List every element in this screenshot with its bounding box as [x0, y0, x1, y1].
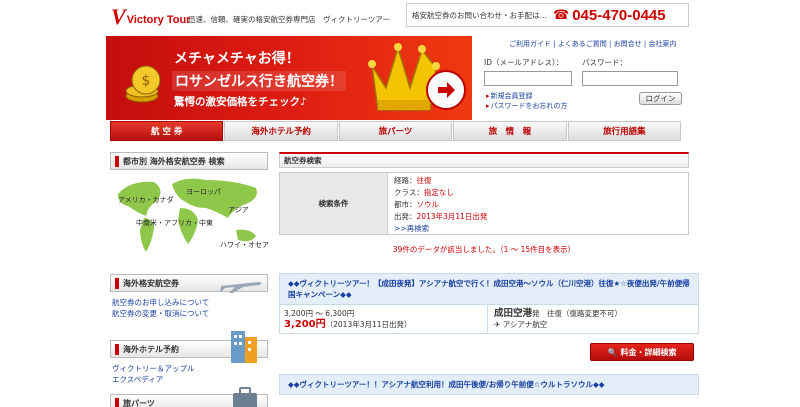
- coins-icon: $: [125, 65, 161, 103]
- login-button[interactable]: ログイン: [639, 92, 682, 105]
- arrow-right-icon: [438, 82, 455, 98]
- id-input[interactable]: [484, 71, 572, 86]
- hotel-link-expedia[interactable]: エクスペディア: [112, 374, 268, 385]
- travel-parts-title: 旅パーツ: [123, 398, 155, 407]
- map-label-americas[interactable]: アメリカ・カナダ: [118, 195, 174, 204]
- tab-air-tickets[interactable]: 航 空 券: [110, 121, 224, 141]
- banner-arrow-button[interactable]: [426, 70, 466, 110]
- ticket-header[interactable]: 海外格安航空券: [110, 274, 268, 293]
- result-price: 3,200円 ～ 6,300円 3,200円（2013年3月11日出発）: [280, 305, 488, 333]
- airline-name: アシアナ航空: [502, 320, 548, 329]
- city-search-header: 都市別 海外格安航空券 検索: [110, 152, 268, 170]
- city-search-title: 都市別 海外格安航空券 検索: [123, 156, 225, 166]
- login-panel: ID（メールアドレス）： パスワード： 新規会員登録 パスワードをお忘れの方 ロ…: [478, 53, 688, 113]
- ticket-change-link[interactable]: 航空券の変更・取消について: [112, 308, 268, 319]
- hotel-panel: 海外ホテル予約 ヴィクトリー＆アップル エクスペディア: [110, 331, 268, 385]
- id-label: ID（メールアドレス）：: [484, 58, 564, 67]
- hotel-title: 海外ホテル予約: [123, 344, 179, 354]
- section-title: 航空券検索: [279, 152, 689, 168]
- top-links: ご利用ガイド | よくあるご質問 | お問合せ | 会社案内: [509, 40, 677, 48]
- conditions-values: 経路：往復 クラス：指定なし 都市：ソウル 出発：2013年3月11日出発 >>…: [388, 173, 493, 234]
- hotel-header[interactable]: 海外ホテル予約: [110, 331, 268, 363]
- world-map: アメリカ・カナダ ヨーロッパ アジア 中南米・アフリカ・中東 ハワイ・オセアニア: [110, 172, 283, 263]
- condition-class: クラス：指定なし: [394, 188, 454, 197]
- tab-hotel[interactable]: 海外ホテル予約: [224, 121, 338, 141]
- price-range: 3,200円 ～ 6,300円: [284, 309, 355, 318]
- map-label-europe[interactable]: ヨーロッパ: [186, 188, 221, 196]
- price-detail-button[interactable]: 🔍 料金・詳細検索: [590, 343, 694, 361]
- ticket-panel: 海外格安航空券 航空券のお申し込みについて 航空券の変更・取消について: [110, 274, 268, 319]
- forgot-password-link[interactable]: パスワードをお忘れの方: [491, 102, 568, 110]
- page: V Victory Tour 迅速、信頼、確実の格安航空券専門店 ヴィクトリーツ…: [0, 0, 800, 407]
- phone-icon: ☎: [553, 7, 570, 23]
- result-title-link[interactable]: ◆◆ヴィクトリーツアー！！アシアナ航空利用！成田午後便/お帰り午前便☆ウルトラソ…: [280, 375, 698, 394]
- airplane-icon: [220, 282, 262, 293]
- map-label-asia[interactable]: アジア: [228, 206, 249, 214]
- origin-airport: 成田空港: [494, 308, 533, 319]
- promo-banner[interactable]: $ メチャメチャお得！ ロサンゼルス行き航空券！ 驚愕の激安価格をチェック♪: [106, 36, 472, 120]
- city-search-panel: 都市別 海外格安航空券 検索: [110, 152, 268, 170]
- banner-line1: メチャメチャお得！: [174, 51, 300, 67]
- contact-box: 格安航空券のお問い合わせ・お手配は… ☎ 045-470-0445: [406, 3, 689, 27]
- top-link-faq[interactable]: よくあるご質問: [558, 40, 607, 48]
- tab-glossary[interactable]: 旅行用語集: [567, 121, 682, 141]
- login-links: 新規会員登録 パスワードをお忘れの方: [486, 91, 568, 111]
- tagline: 迅速、信頼、確実の格安航空券専門店 ヴィクトリーツアー: [188, 15, 390, 24]
- password-input[interactable]: [582, 71, 678, 86]
- condition-route: 経路：往復: [394, 176, 432, 185]
- top-link-company[interactable]: 会社案内: [648, 40, 676, 48]
- price-date: （2013年3月11日出発）: [325, 320, 412, 329]
- condition-departure: 出発：2013年3月11日出発: [394, 212, 488, 221]
- search-conditions: 検索条件 経路：往復 クラス：指定なし 都市：ソウル 出発：2013年3月11日…: [279, 172, 689, 235]
- research-link[interactable]: >>再検索: [394, 224, 429, 233]
- phone-number: 045-470-0445: [572, 6, 666, 24]
- result-card: ◆◆ヴィクトリーツアー！！アシアナ航空利用！成田午後便/お帰り午前便☆ウルトラソ…: [279, 374, 699, 395]
- tab-travel-parts[interactable]: 旅パーツ: [338, 121, 453, 141]
- register-link[interactable]: 新規会員登録: [491, 92, 533, 100]
- suitcase-icon: [233, 387, 257, 407]
- site-logo[interactable]: V Victory Tour: [111, 4, 190, 28]
- map-label-hawaii-oceania[interactable]: ハワイ・オセアニア: [220, 241, 283, 249]
- result-route: 成田空港発 往復（復路変更不可） ✈ アシアナ航空: [488, 305, 628, 333]
- logo-mark: V: [111, 4, 126, 29]
- hotel-building-icon: [231, 331, 257, 363]
- conditions-label: 検索条件: [280, 173, 388, 234]
- result-card: ◆◆ヴィクトリーツアー！【成田夜発】アシアナ航空で行く！成田空港～ソウル（仁川空…: [279, 273, 699, 334]
- travel-parts-panel: 旅パーツ: [110, 387, 268, 407]
- price-min: 3,200円: [284, 319, 326, 330]
- hotel-link-victory-apple[interactable]: ヴィクトリー＆アップル: [112, 363, 268, 374]
- main-nav: 航 空 券 海外ホテル予約 旅パーツ 旅 情 報 旅行用語集: [110, 121, 682, 141]
- svg-text:$: $: [142, 73, 151, 89]
- world-map-graphic: アメリカ・カナダ ヨーロッパ アジア 中南米・アフリカ・中東 ハワイ・オセアニア: [118, 178, 283, 252]
- search-icon: 🔍: [607, 347, 618, 357]
- ticket-apply-link[interactable]: 航空券のお申し込みについて: [112, 297, 268, 308]
- airline-icon: ✈: [494, 320, 501, 329]
- condition-city: 都市：ソウル: [394, 200, 439, 209]
- logo-text: Victory Tour: [126, 14, 191, 26]
- tab-travel-info[interactable]: 旅 情 報: [453, 121, 567, 141]
- route-type: 発 往復（復路変更不可）: [532, 309, 623, 318]
- top-link-contact[interactable]: お問合せ: [614, 40, 642, 48]
- banner-line3: 驚愕の激安価格をチェック♪: [174, 96, 307, 108]
- contact-label: 格安航空券のお問い合わせ・お手配は…: [412, 10, 547, 20]
- password-label: パスワード：: [582, 58, 627, 67]
- result-count: 39件のデータが該当しました。（1 ～ 15件目を表示）: [392, 245, 576, 254]
- travel-parts-header[interactable]: 旅パーツ: [110, 387, 268, 407]
- map-label-latam-africa-me[interactable]: 中南米・アフリカ・中東: [136, 218, 213, 227]
- ticket-title: 海外格安航空券: [123, 278, 179, 288]
- banner-line2: ロサンゼルス行き航空券！: [172, 71, 346, 91]
- result-title-link[interactable]: ◆◆ヴィクトリーツアー！【成田夜発】アシアナ航空で行く！成田空港～ソウル（仁川空…: [280, 274, 698, 304]
- top-link-guide[interactable]: ご利用ガイド: [509, 40, 551, 48]
